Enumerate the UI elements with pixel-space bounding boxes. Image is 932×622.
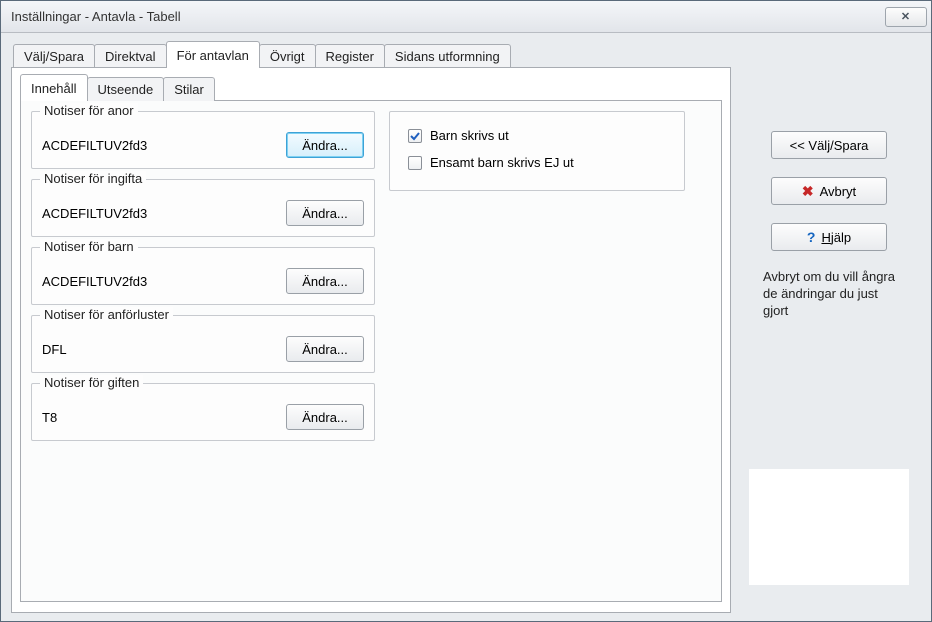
help-info-text: Avbryt om du vill ångra de ändringar du … [759, 269, 899, 320]
back-button[interactable]: << Välj/Spara [771, 131, 887, 159]
notice-group: Notiser för ingiftaACDEFILTUV2fd3Ändra..… [31, 179, 375, 237]
checks-group: Barn skrivs ut Ensamt barn skrivs EJ ut [389, 111, 685, 191]
group-value: ACDEFILTUV2fd3 [42, 138, 147, 153]
main-tab-panel: InnehållUtseendeStilar Notiser för anor A… [11, 67, 731, 613]
notice-group: Notiser för anorACDEFILTUV2fd3Ändra... [31, 111, 375, 169]
notice-group: Notiser för barnACDEFILTUV2fd3Ändra... [31, 247, 375, 305]
groups-column: Notiser för anorACDEFILTUV2fd3Ändra...No… [31, 111, 375, 591]
back-button-label: << Välj/Spara [790, 138, 869, 153]
settings-window: Inställningar - Antavla - Tabell ✕ Välj/… [0, 0, 932, 622]
main-tab[interactable]: Övrigt [259, 44, 316, 68]
preview-box [749, 469, 909, 585]
help-button-label: Hjälp [821, 230, 851, 245]
change-button[interactable]: Ändra... [286, 268, 364, 294]
group-legend: Notiser för anförluster [40, 307, 173, 322]
group-value: ACDEFILTUV2fd3 [42, 274, 147, 289]
group-legend: Notiser för anor [40, 103, 138, 118]
right-pane: << Välj/Spara ✖ Avbryt ? Hjälp Avbryt om… [735, 41, 923, 613]
inner-wrap: InnehållUtseendeStilar Notiser för anor A… [20, 74, 722, 602]
group-value: ACDEFILTUV2fd3 [42, 206, 147, 221]
group-row: T8 Ändra... [42, 398, 364, 430]
checkbox-row[interactable]: Barn skrivs ut [400, 122, 674, 149]
checkbox-box[interactable] [408, 156, 422, 170]
group-value: DFL [42, 342, 67, 357]
main-tab[interactable]: Sidans utformning [384, 44, 511, 68]
sub-tab[interactable]: Stilar [163, 77, 215, 101]
main-tab[interactable]: Välj/Spara [13, 44, 95, 68]
notice-group: Notiser för giftenT8Ändra... [31, 383, 375, 441]
change-button[interactable]: Ändra... [286, 132, 364, 158]
notice-group: Notiser för anförlusterDFLÄndra... [31, 315, 375, 373]
change-button[interactable]: Ändra... [286, 404, 364, 430]
left-pane: Välj/SparaDirektvalFör antavlanÖvrigtReg… [11, 41, 731, 613]
sub-tab[interactable]: Utseende [87, 77, 165, 101]
main-tab[interactable]: Register [315, 44, 385, 68]
checks-column: Barn skrivs ut Ensamt barn skrivs EJ ut [389, 111, 685, 591]
sub-tab[interactable]: Innehåll [20, 74, 88, 101]
cancel-x-icon: ✖ [802, 183, 814, 200]
main-tabstrip: Välj/SparaDirektvalFör antavlanÖvrigtReg… [13, 41, 731, 67]
checkbox-label: Ensamt barn skrivs EJ ut [430, 155, 574, 170]
group-row: ACDEFILTUV2fd3 Ändra... [42, 262, 364, 294]
close-icon: ✕ [901, 10, 911, 23]
help-button[interactable]: ? Hjälp [771, 223, 887, 251]
group-value: T8 [42, 410, 57, 425]
content-area: Notiser för anorACDEFILTUV2fd3Ändra...No… [31, 111, 711, 591]
change-button[interactable]: Ändra... [286, 200, 364, 226]
checkbox-box[interactable] [408, 129, 422, 143]
main-tab[interactable]: Direktval [94, 44, 167, 68]
close-button[interactable]: ✕ [885, 7, 927, 27]
main-tab[interactable]: För antavlan [166, 41, 260, 68]
window-body: Välj/SparaDirektvalFör antavlanÖvrigtReg… [1, 33, 931, 621]
checkbox-label: Barn skrivs ut [430, 128, 509, 143]
group-row: ACDEFILTUV2fd3 Ändra... [42, 194, 364, 226]
help-question-icon: ? [807, 229, 816, 245]
window-title: Inställningar - Antavla - Tabell [11, 9, 181, 24]
group-row: DFL Ändra... [42, 330, 364, 362]
check-icon [410, 131, 420, 141]
cancel-button-label: Avbryt [820, 184, 857, 199]
titlebar: Inställningar - Antavla - Tabell ✕ [1, 1, 931, 33]
group-legend: Notiser för barn [40, 239, 138, 254]
cancel-button[interactable]: ✖ Avbryt [771, 177, 887, 205]
checkbox-row[interactable]: Ensamt barn skrivs EJ ut [400, 149, 674, 176]
sub-tabstrip: InnehållUtseendeStilar [20, 74, 722, 100]
group-row: ACDEFILTUV2fd3 Ändra... [42, 126, 364, 158]
group-legend: Notiser för giften [40, 375, 143, 390]
group-legend: Notiser för ingifta [40, 171, 146, 186]
sub-tab-panel: Notiser för anorACDEFILTUV2fd3Ändra...No… [20, 100, 722, 602]
change-button[interactable]: Ändra... [286, 336, 364, 362]
